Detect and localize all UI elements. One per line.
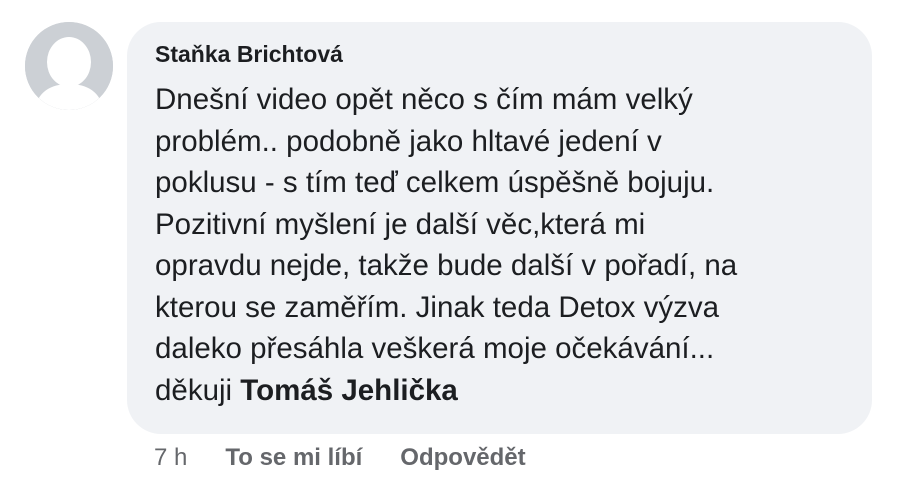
- comment-actions: 7 h To se mi líbí Odpovědět: [154, 442, 526, 474]
- comment-body-line: kterou se zaměřím. Jinak teda Detox výzv…: [155, 290, 720, 324]
- comment-body-line: opravdu nejde, takže bude další v pořadí…: [155, 249, 738, 282]
- comment-body-line: poklusu - s tím teď celkem úspěšně bojuj…: [155, 166, 715, 199]
- comment-body-last-line: děkuji Tomáš Jehlička: [155, 370, 850, 412]
- mention-link[interactable]: Tomáš Jehlička: [240, 374, 458, 407]
- comment-body-line: Dnešní video opět něco s čím mám velký: [155, 83, 693, 116]
- like-button[interactable]: To se mi líbí: [225, 444, 362, 472]
- comment-author-name[interactable]: Staňka Brichtová: [155, 39, 850, 69]
- avatar[interactable]: [25, 22, 113, 110]
- default-profile-silhouette-icon: [25, 22, 113, 110]
- comment-bubble: Staňka Brichtová Dnešní video opět něco …: [127, 22, 872, 434]
- comment-body-line: problém.. podobně jako hltavé jedení v: [155, 124, 662, 158]
- comment-body-line: daleko přesáhla veškerá moje očekávání..…: [155, 332, 715, 365]
- comment-body: Dnešní video opět něco s čím mám velký p…: [155, 79, 850, 411]
- comment-timestamp[interactable]: 7 h: [154, 444, 187, 472]
- comment-body-line: Pozitivní myšlení je další věc,která mi: [155, 207, 646, 241]
- comment-body-text: děkuji: [155, 373, 241, 407]
- reply-button[interactable]: Odpovědět: [400, 444, 525, 472]
